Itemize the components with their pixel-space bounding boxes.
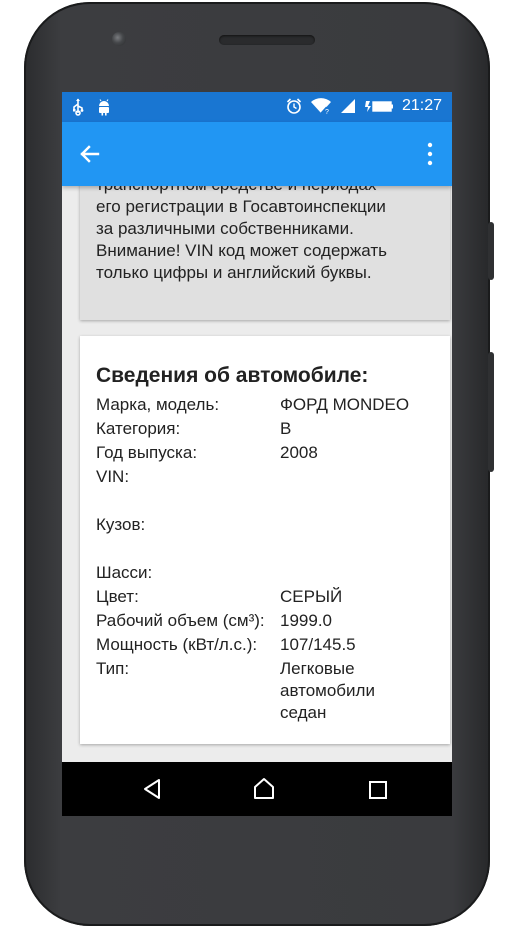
info-line: за различными собственниками. xyxy=(96,219,354,238)
row-value: B xyxy=(280,419,292,438)
row-label: Цвет: xyxy=(96,587,139,606)
power-button xyxy=(488,222,494,280)
row-value xyxy=(280,466,436,512)
row-year: Год выпуска: 2008 xyxy=(96,442,436,464)
signal-icon xyxy=(340,99,355,113)
row-category: Категория: B xyxy=(96,418,436,440)
nav-recent-icon[interactable] xyxy=(369,781,387,799)
android-icon xyxy=(99,99,109,116)
row-label: Тип: xyxy=(96,659,130,678)
row-chassis: Шасси: xyxy=(96,562,436,584)
row-label: Год выпуска: xyxy=(96,443,198,462)
row-value xyxy=(280,514,436,560)
row-label: Мощность (кВт/л.с.): xyxy=(96,635,258,654)
volume-button xyxy=(488,352,494,472)
app-bar xyxy=(62,122,452,186)
row-value: 107/145.5 xyxy=(280,635,356,654)
status-clock: 21:27 xyxy=(401,97,442,114)
row-body: Кузов: xyxy=(96,514,436,560)
row-value: ФОРД MONDEO xyxy=(280,395,410,414)
row-power: Мощность (кВт/л.с.): 107/145.5 xyxy=(96,634,436,656)
row-label: Шасси: xyxy=(96,563,153,582)
info-card: транспортном средстве и периодах его рег… xyxy=(80,186,450,320)
status-bar: ? 21:27 xyxy=(62,92,452,122)
navigation-bar xyxy=(62,762,452,816)
row-label: Кузов: xyxy=(96,515,146,534)
scroll-content[interactable]: транспортном средстве и периодах его рег… xyxy=(62,186,452,762)
info-line: Внимание! VIN код может содержать xyxy=(96,241,387,260)
nav-back-icon[interactable] xyxy=(142,778,164,800)
row-label: Марка, модель: xyxy=(96,395,220,414)
car-card-title: Сведения об автомобиле: xyxy=(96,364,369,387)
row-value: 2008 xyxy=(280,443,318,462)
arrow-left-icon[interactable] xyxy=(76,140,104,168)
wifi-icon: ? xyxy=(310,98,331,115)
info-line: его регистрации в Госавтоинспекции xyxy=(96,197,386,216)
screen: ? 21:27 его регистрации в Госавтоинспекц… xyxy=(62,92,452,816)
row-value xyxy=(280,562,436,584)
usb-icon xyxy=(73,98,84,116)
svg-text:?: ? xyxy=(325,109,329,115)
more-vert-icon[interactable] xyxy=(426,140,434,168)
row-label: Рабочий объем (см³): xyxy=(96,611,265,630)
row-label: Категория: xyxy=(96,419,181,438)
row-displacement: Рабочий объем (см³): 1999.0 xyxy=(96,610,436,632)
battery-charging-icon xyxy=(364,101,393,112)
info-line: транспортном средстве и периодах xyxy=(96,186,436,196)
front-camera xyxy=(112,32,126,46)
row-color: Цвет: СЕРЫЙ xyxy=(96,586,436,608)
row-value: 1999.0 xyxy=(280,611,332,630)
car-info-card: Сведения об автомобиле: Марка, модель: Ф… xyxy=(80,336,450,744)
row-vin: VIN: xyxy=(96,466,436,512)
car-info-rows: Марка, модель: ФОРД MONDEO Категория: B … xyxy=(96,394,436,726)
row-label: VIN: xyxy=(96,467,130,486)
row-value: СЕРЫЙ xyxy=(280,587,343,606)
phone-frame: ? 21:27 его регистрации в Госавтоинспекц… xyxy=(24,2,494,926)
row-make-model: Марка, модель: ФОРД MONDEO xyxy=(96,394,436,416)
alarm-icon xyxy=(286,98,302,114)
earpiece-speaker xyxy=(219,35,315,45)
row-value: Легковые автомобили седан xyxy=(280,659,375,722)
info-line: только цифры и английский буквы. xyxy=(96,263,372,282)
info-text: транспортном средстве и периодах его рег… xyxy=(96,186,436,284)
nav-home-icon[interactable] xyxy=(252,776,276,800)
row-type: Тип: Легковые автомобили седан xyxy=(96,658,436,724)
